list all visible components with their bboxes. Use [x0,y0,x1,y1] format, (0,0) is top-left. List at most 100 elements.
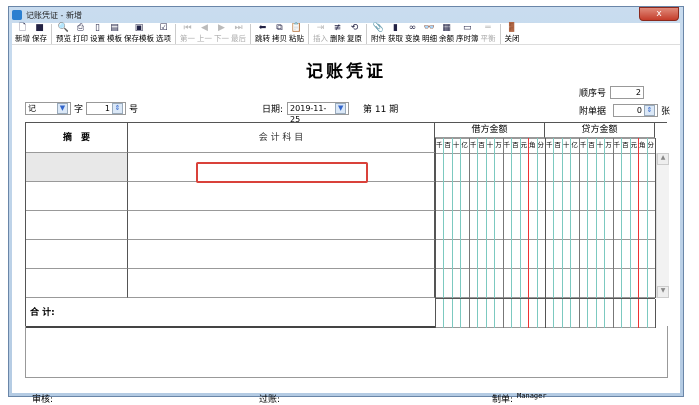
toolbar-button-7[interactable]: ▣ 保存模板 [124,23,154,43]
account-cell[interactable] [128,269,435,298]
digit-gridline [519,299,521,328]
chevron-down-icon[interactable]: ▼ [335,103,347,114]
scroll-up-icon[interactable]: ▲ [657,153,669,165]
toolbar-icon: ∞ [408,23,417,33]
toolbar-label: 新增 [15,34,30,43]
toolbar-button-27[interactable]: ▦ 余额 [439,23,454,43]
voucher-number-stepper[interactable]: 1 ⇕ [86,102,127,115]
digit-gridline [494,138,496,153]
toolbar-button-1[interactable]: ■ 保存 [32,23,47,43]
amount-border [545,153,546,298]
toolbar-button-23[interactable]: 📎 附件 [371,23,386,43]
toolbar-label: 保存模板 [124,34,154,43]
toolbar-icon: 🚪 [506,23,518,33]
toolbar-button-10[interactable]: ⏮ 第一 [180,23,195,43]
account-cell[interactable] [128,240,435,269]
summary-cell[interactable] [26,240,128,269]
toolbar-separator [175,24,176,44]
toolbar-icon: ◀ [201,23,208,33]
post-label: 过账: [259,395,281,405]
toolbar-button-20[interactable]: ≢ 删除 [330,23,345,43]
toolbar-button-21[interactable]: ⟲ 复原 [347,23,362,43]
summary-cell[interactable] [26,182,128,211]
toolbar-button-16[interactable]: ⧉ 拷贝 [272,23,287,43]
scrollbar[interactable]: ▲ ▼ [656,153,669,298]
word-label: 字 [74,105,84,115]
toolbar-button-25[interactable]: ∞ 变换 [405,23,420,43]
amount-border [435,138,436,153]
toolbar-separator [51,24,52,44]
digit-gridline [638,299,640,328]
digit-header: 亿 [571,141,578,149]
digit-header: 百 [588,141,595,149]
voucher-word-select[interactable]: 记 ▼ [25,102,71,115]
amount-border [545,299,546,328]
toolbar-button-31[interactable]: 🚪 关闭 [505,23,520,43]
digit-gridline [595,153,597,298]
toolbar-button-6[interactable]: ▤ 模板 [107,23,122,43]
toolbar-icon: ■ [35,23,44,33]
attach-count-stepper[interactable]: 0 ⇕ [613,104,659,117]
toolbar-label: 复原 [347,34,362,43]
digit-gridline [629,138,631,153]
voucher-bottom-area [25,326,668,378]
review-label: 审核: [32,395,54,405]
digit-gridline [477,299,479,328]
account-cell[interactable] [128,182,435,211]
chevron-down-icon[interactable]: ▼ [57,103,68,114]
digit-header: 角 [639,141,646,149]
toolbar-icon: 📎 [372,23,385,33]
digit-header: 千 [545,141,553,149]
toolbar-button-28[interactable]: ▭ 序时簿 [456,23,479,43]
toolbar-button-29[interactable]: ═ 平衡 [481,23,496,43]
close-button[interactable]: x [639,7,679,21]
toolbar-button-15[interactable]: ⬅ 跳转 [255,23,270,43]
digit-header: 千 [579,141,587,149]
toolbar-button-24[interactable]: ▮ 获取 [388,23,403,43]
digit-gridline [536,153,538,298]
toolbar-button-5[interactable]: ▯ 设置 [90,23,105,43]
maker-value: Manager [517,392,547,400]
seq-field: 2 [610,86,645,99]
toolbar-button-3[interactable]: 🔍 预览 [56,23,71,43]
digit-gridline [443,138,445,153]
digit-gridline [570,138,572,153]
date-picker[interactable]: 2019-11-25 ▼ [287,102,350,124]
digit-gridline [485,153,487,298]
toolbar-label: 跳转 [255,34,270,43]
spinner-icon[interactable]: ⇕ [644,105,656,116]
toolbar-icon: ⧉ [276,23,283,33]
toolbar-button-4[interactable]: ⎙ 打印 [73,23,88,43]
digit-gridline [629,153,631,298]
digit-gridline [460,153,462,298]
title-bar: 记账凭证 - 新增 x [9,7,683,23]
toolbar-icon: 📋 [290,23,303,33]
toolbar-button-8[interactable]: ☑ 选项 [156,23,171,43]
digit-gridline [621,299,623,328]
summary-cell[interactable] [26,153,128,182]
toolbar-button-26[interactable]: 👓 明细 [422,23,437,43]
toolbar-icon: ⟲ [350,23,359,33]
toolbar-button-19[interactable]: ⇥ 插入 [313,23,328,43]
summary-cell[interactable] [26,269,128,298]
spinner-icon[interactable]: ⇕ [112,103,124,114]
account-input-highlight[interactable] [196,162,368,183]
date-value: 2019-11-25 [290,104,327,124]
toolbar-button-12[interactable]: ▶ 下一 [214,23,229,43]
toolbar-icon: ▶ [218,23,225,33]
digit-gridline [536,299,538,328]
scroll-down-icon[interactable]: ▼ [657,286,669,298]
account-cell[interactable] [128,211,435,240]
digit-gridline [612,299,614,328]
digit-gridline [502,138,504,153]
amount-border [435,299,436,328]
digit-gridline [587,299,589,328]
toolbar-button-17[interactable]: 📋 粘贴 [289,23,304,43]
toolbar-button-13[interactable]: ⏭ 最后 [231,23,246,43]
summary-cell[interactable] [26,211,128,240]
toolbar-separator [250,24,251,44]
toolbar-button-11[interactable]: ◀ 上一 [197,23,212,43]
toolbar-button-0[interactable]: 🗋 新增 [15,23,30,43]
app-icon [12,10,22,20]
digit-gridline [477,138,479,153]
